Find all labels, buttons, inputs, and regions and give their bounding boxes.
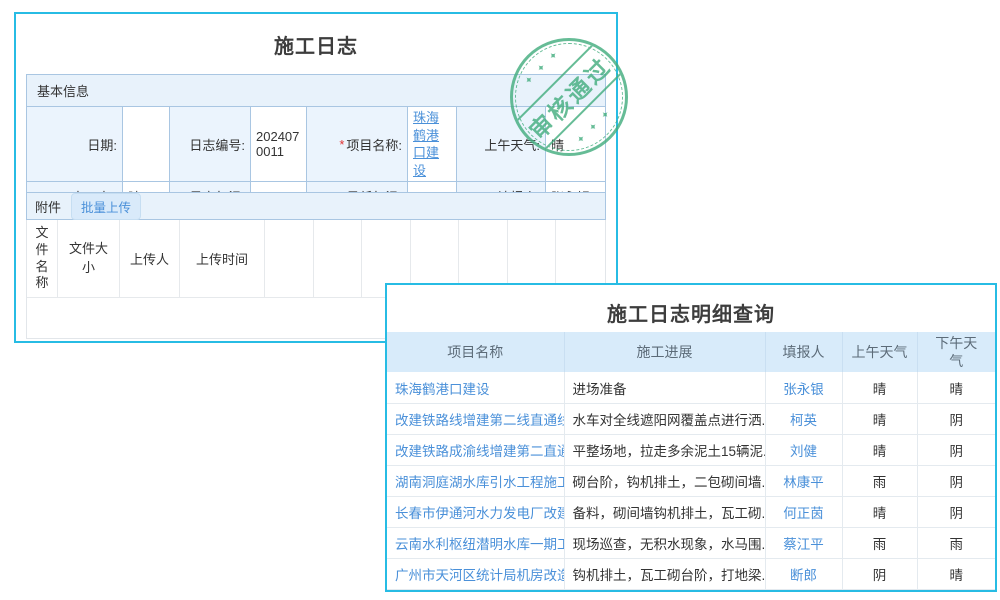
- cell-project: 云南水利枢纽潜明水库一期工程: [387, 527, 564, 558]
- reporter-link[interactable]: 断郎: [790, 568, 817, 583]
- table-row: 湖南洞庭湖水库引水工程施工 砌台阶，钩机排土，二包砌间墙... 林康平 雨 阴: [387, 465, 995, 496]
- am-weather-label: 上午天气:: [457, 107, 546, 181]
- cell-reporter: 蔡江平: [765, 527, 842, 558]
- cell-pm-weather: 雨: [917, 527, 995, 558]
- cell-progress: 现场巡查，无积水现象，水马围...: [564, 527, 765, 558]
- cell-pm-weather: 晴: [917, 558, 995, 589]
- log-detail-query-panel: 施工日志明细查询 项目名称 施工进展 填报人 上午天气 下午天气 珠海鹤港口建设…: [385, 283, 997, 592]
- col-uploader: 上传人: [120, 220, 180, 297]
- table-row: 云南水利枢纽潜明水库一期工程 现场巡查，无积水现象，水马围... 蔡江平 雨 雨: [387, 527, 995, 558]
- reporter-link[interactable]: 何正茵: [783, 506, 824, 521]
- project-link[interactable]: 珠海鹤港口建设: [413, 109, 451, 179]
- project-link[interactable]: 云南水利枢纽潜明水库一期工程: [395, 537, 564, 552]
- col-header-progress: 施工进展: [564, 332, 765, 372]
- project-name-label: * 项目名称:: [307, 107, 408, 181]
- cell-project: 湖南洞庭湖水库引水工程施工: [387, 465, 564, 496]
- cell-progress: 平整场地，拉走多余泥土15辆泥...: [564, 434, 765, 465]
- cell-progress: 进场准备: [564, 372, 765, 403]
- reporter-link[interactable]: 刘健: [790, 444, 817, 459]
- col-empty: [314, 220, 363, 297]
- required-asterisk: *: [339, 137, 344, 152]
- date-label: 日期:: [27, 107, 123, 181]
- cell-am-weather: 雨: [842, 527, 917, 558]
- col-header-reporter: 填报人: [765, 332, 842, 372]
- col-header-pm-weather: 下午天气: [917, 332, 995, 372]
- attachments-label: 附件: [35, 197, 61, 216]
- project-link[interactable]: 长春市伊通河水力发电厂改建工程: [395, 506, 564, 521]
- reporter-link[interactable]: 张永银: [783, 382, 824, 397]
- attachments-header-bar: 附件 批量上传: [26, 192, 606, 220]
- col-file-size: 文件大小: [58, 220, 120, 297]
- cell-am-weather: 晴: [842, 496, 917, 527]
- table-row: 改建铁路成渝线增建第二直通线 平整场地，拉走多余泥土15辆泥... 刘健 晴 阴: [387, 434, 995, 465]
- col-header-am-weather: 上午天气: [842, 332, 917, 372]
- table-row: 长春市伊通河水力发电厂改建工程 备料，砌间墙钩机排土，瓦工砌... 何正茵 晴 …: [387, 496, 995, 527]
- cell-progress: 砌台阶，钩机排土，二包砌间墙...: [564, 465, 765, 496]
- cell-project: 广州市天河区统计局机房改造项目: [387, 558, 564, 589]
- cell-am-weather: 晴: [842, 372, 917, 403]
- cell-am-weather: 晴: [842, 403, 917, 434]
- cell-reporter: 何正茵: [765, 496, 842, 527]
- table-row: 珠海鹤港口建设 进场准备 张永银 晴 晴: [387, 372, 995, 403]
- table-header-row: 项目名称 施工进展 填报人 上午天气 下午天气: [387, 332, 995, 372]
- cell-pm-weather: 阴: [917, 403, 995, 434]
- reporter-link[interactable]: 蔡江平: [783, 537, 824, 552]
- date-value: [123, 107, 170, 181]
- cell-reporter: 林康平: [765, 465, 842, 496]
- project-link[interactable]: 改建铁路线增建第二线直通线: [395, 413, 564, 428]
- project-link[interactable]: 广州市天河区统计局机房改造项目: [395, 568, 564, 583]
- cell-project: 长春市伊通河水力发电厂改建工程: [387, 496, 564, 527]
- cell-project: 珠海鹤港口建设: [387, 372, 564, 403]
- page-title: 施工日志: [16, 30, 616, 59]
- project-link[interactable]: 珠海鹤港口建设: [395, 382, 490, 397]
- cell-am-weather: 雨: [842, 465, 917, 496]
- cell-progress: 备料，砌间墙钩机排土，瓦工砌...: [564, 496, 765, 527]
- col-header-project: 项目名称: [387, 332, 564, 372]
- col-upload-time: 上传时间: [180, 220, 265, 297]
- cell-progress: 水车对全线遮阳网覆盖点进行洒...: [564, 403, 765, 434]
- cell-reporter: 断郎: [765, 558, 842, 589]
- cell-pm-weather: 阴: [917, 496, 995, 527]
- col-file-name: 文件名称: [27, 220, 58, 297]
- cell-am-weather: 阴: [842, 558, 917, 589]
- cell-reporter: 张永银: [765, 372, 842, 403]
- reporter-link[interactable]: 柯英: [790, 413, 817, 428]
- am-weather-value: 晴: [546, 107, 605, 181]
- basic-info-header: 基本信息: [27, 75, 605, 107]
- batch-upload-button[interactable]: 批量上传: [71, 193, 141, 220]
- project-name-value: 珠海鹤港口建设: [408, 107, 457, 181]
- log-number-label: 日志编号:: [170, 107, 251, 181]
- col-empty: [265, 220, 314, 297]
- project-name-label-text: 项目名称:: [346, 135, 402, 154]
- table-row: 广州市天河区统计局机房改造项目 钩机排土，瓦工砌台阶，打地梁... 断郎 阴 晴: [387, 558, 995, 589]
- cell-pm-weather: 晴: [917, 372, 995, 403]
- cell-project: 改建铁路线增建第二线直通线: [387, 403, 564, 434]
- cell-am-weather: 晴: [842, 434, 917, 465]
- cell-pm-weather: 阴: [917, 434, 995, 465]
- detail-panel-title: 施工日志明细查询: [387, 285, 995, 332]
- cell-reporter: 柯英: [765, 403, 842, 434]
- project-link[interactable]: 湖南洞庭湖水库引水工程施工: [395, 475, 564, 490]
- cell-pm-weather: 阴: [917, 465, 995, 496]
- cell-project: 改建铁路成渝线增建第二直通线: [387, 434, 564, 465]
- cell-progress: 钩机排土，瓦工砌台阶，打地梁...: [564, 558, 765, 589]
- project-link[interactable]: 改建铁路成渝线增建第二直通线: [395, 444, 564, 459]
- log-number-value: 2024070011: [251, 107, 307, 181]
- reporter-link[interactable]: 林康平: [783, 475, 824, 490]
- log-detail-table: 项目名称 施工进展 填报人 上午天气 下午天气 珠海鹤港口建设 进场准备 张永银…: [387, 332, 995, 590]
- cell-reporter: 刘健: [765, 434, 842, 465]
- table-row: 改建铁路线增建第二线直通线 水车对全线遮阳网覆盖点进行洒... 柯英 晴 阴: [387, 403, 995, 434]
